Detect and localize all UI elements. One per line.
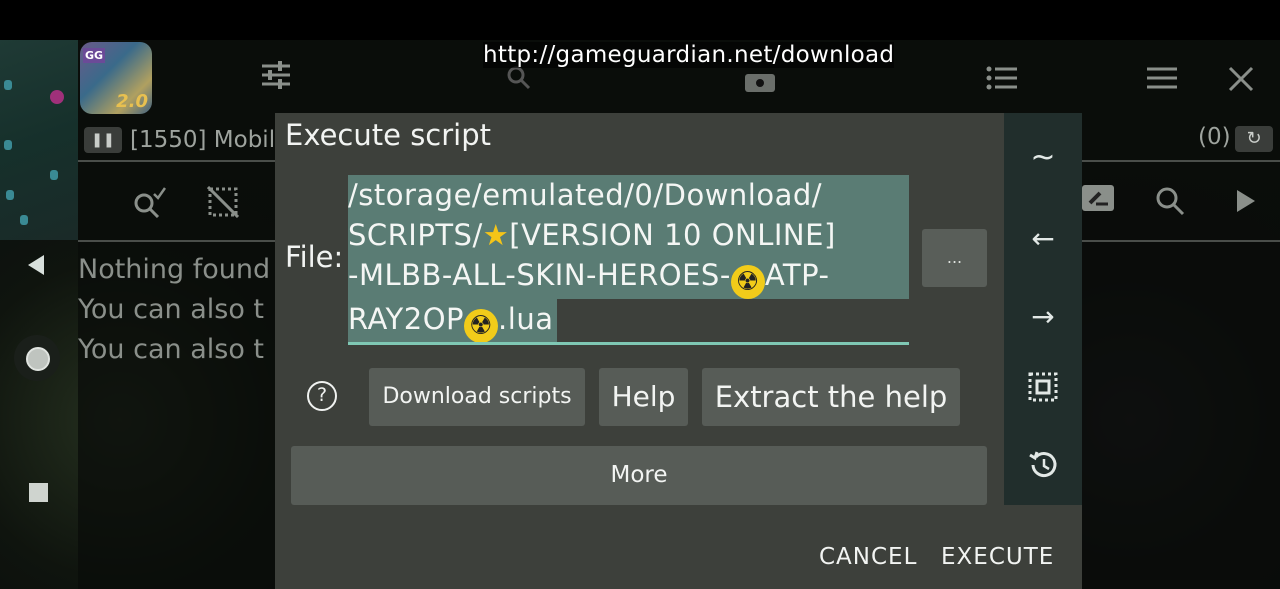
list-icon[interactable]	[986, 66, 1018, 94]
search-icon[interactable]	[1155, 186, 1187, 222]
file-path-segment: -MLBB-ALL-SKIN-HEROES-	[348, 258, 731, 292]
search-icon[interactable]	[505, 66, 533, 98]
download-scripts-button[interactable]: Download scripts	[369, 368, 585, 426]
file-path-segment: .lua	[498, 302, 554, 336]
url-overlay: http://gameguardian.net/download	[483, 42, 895, 68]
process-label[interactable]: [1550] Mobile	[130, 127, 289, 153]
file-path-segment: [VERSION 10 ONLINE]	[509, 218, 836, 252]
arrow-left-icon[interactable]: ←	[1004, 222, 1082, 255]
file-path-line: SCRIPTS/★[VERSION 10 ONLINE]	[348, 215, 909, 255]
select-all-icon[interactable]	[1004, 372, 1082, 406]
minimap-marker	[50, 90, 64, 104]
result-line: Nothing found	[78, 254, 271, 285]
radioactive-emoji-icon: ☢	[730, 265, 765, 299]
settings-sliders-icon[interactable]	[260, 60, 292, 94]
app-icon-version: 2.0	[116, 91, 148, 112]
file-path-line: /storage/emulated/0/Download/	[348, 175, 909, 215]
extract-help-button[interactable]: Extract the help	[702, 368, 960, 426]
file-path-segment: SCRIPTS/	[348, 218, 483, 252]
search-check-icon[interactable]	[132, 186, 167, 222]
file-path-line: RAY2OP ☢ .lua	[348, 299, 558, 343]
file-path-segment: RAY2OP	[348, 302, 465, 336]
app-icon[interactable]: GG 2.0	[80, 42, 152, 114]
status-bar	[0, 0, 1280, 40]
game-minimap	[0, 40, 78, 275]
execute-button[interactable]: EXECUTE	[941, 544, 1054, 570]
history-icon[interactable]	[1004, 449, 1082, 485]
radioactive-emoji-icon: ☢	[464, 309, 499, 343]
camera-icon[interactable]	[745, 74, 775, 92]
process-row: ❚❚ [1550] Mobile	[84, 124, 289, 156]
file-path-segment: ATP-	[764, 258, 830, 292]
cancel-button[interactable]: CANCEL	[819, 544, 917, 570]
close-icon[interactable]	[1228, 66, 1254, 96]
arrow-right-icon[interactable]: →	[1004, 300, 1082, 333]
result-count: (0)	[1198, 124, 1231, 150]
help-button[interactable]: Help	[599, 368, 688, 426]
help-icon[interactable]: ?	[307, 381, 337, 411]
menu-icon[interactable]	[1147, 67, 1177, 93]
file-path-input[interactable]: /storage/emulated/0/Download/ SCRIPTS/★[…	[348, 175, 910, 343]
more-button[interactable]: More	[291, 446, 987, 505]
app-icon-brand: GG	[83, 48, 106, 63]
file-path-line: -MLBB-ALL-SKIN-HEROES- ☢ ATP-	[348, 255, 909, 299]
play-icon[interactable]	[1237, 190, 1255, 212]
edit-comment-icon[interactable]	[1082, 185, 1114, 211]
result-line: You can also t	[78, 334, 265, 365]
game-joystick-icon[interactable]	[14, 335, 60, 381]
refresh-button[interactable]: ↻	[1235, 126, 1273, 152]
file-path-underline	[348, 342, 909, 345]
result-list: Nothing found You can also t You can als…	[78, 250, 270, 370]
dialog-title: Execute script	[285, 118, 492, 152]
minimap-back-arrow-icon[interactable]	[28, 255, 44, 275]
game-stop-icon[interactable]	[29, 483, 48, 502]
star-emoji-icon: ★	[482, 218, 510, 252]
file-label: File:	[285, 240, 344, 274]
browse-button[interactable]: ...	[922, 229, 987, 287]
clear-selection-icon[interactable]	[206, 185, 240, 222]
pause-button[interactable]: ❚❚	[84, 127, 122, 153]
result-line: You can also t	[78, 294, 265, 325]
tilde-icon[interactable]: ~	[1004, 140, 1082, 175]
